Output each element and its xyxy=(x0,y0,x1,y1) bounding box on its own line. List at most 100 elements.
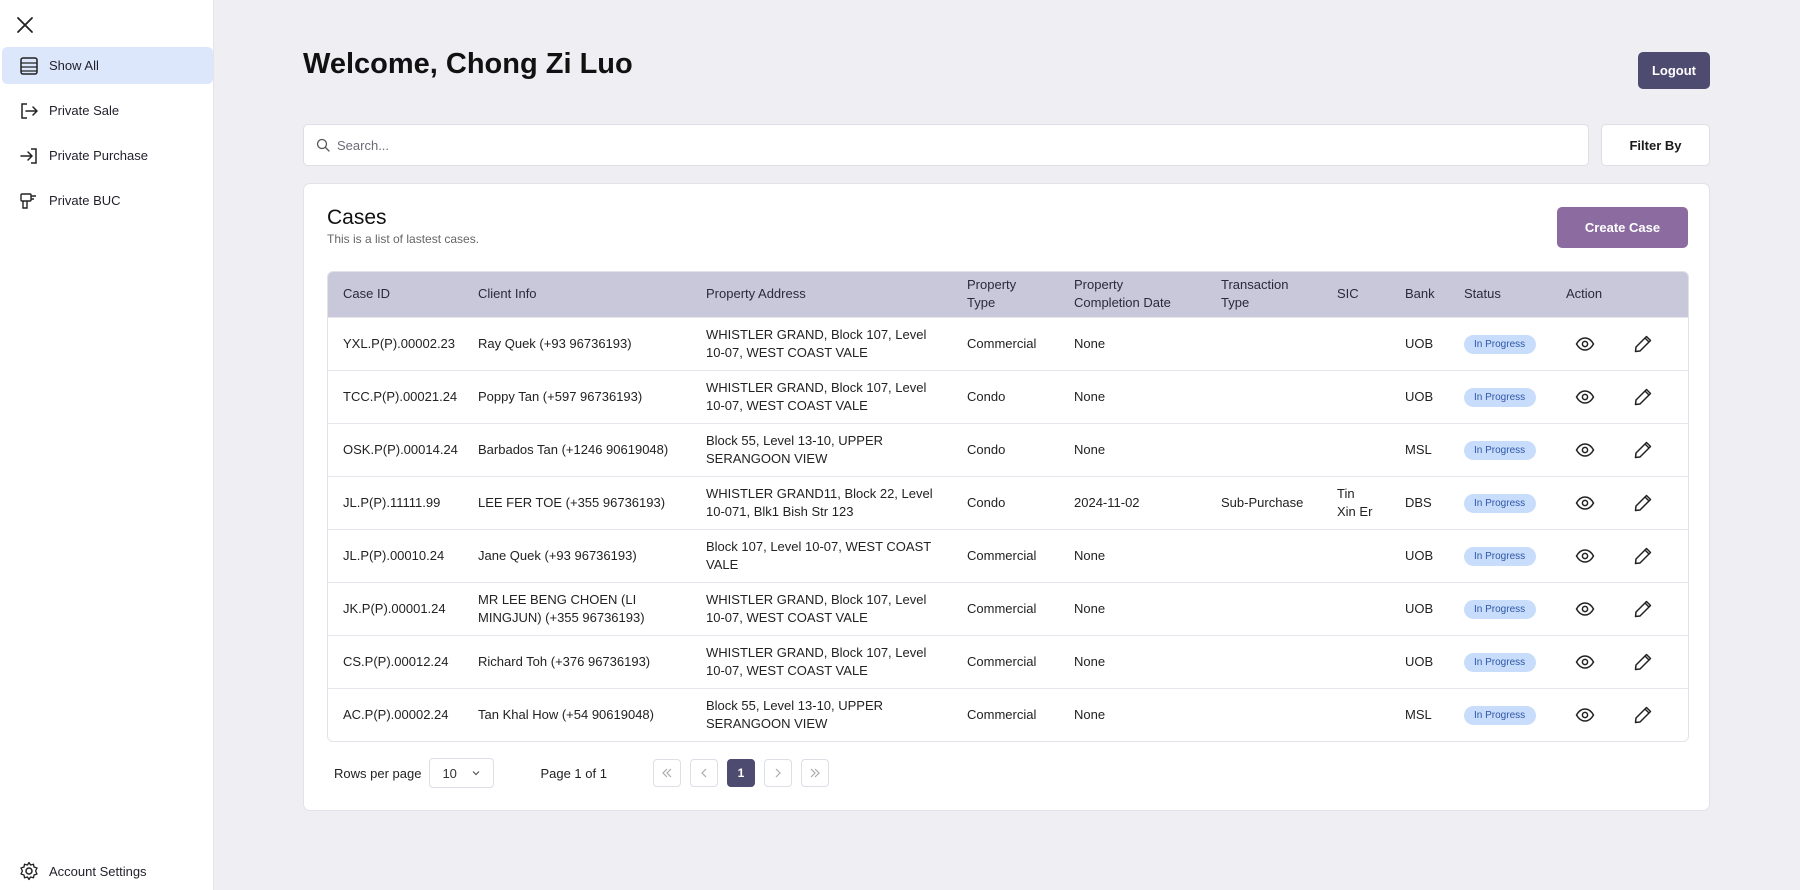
sidebar-item-private-buc[interactable]: Private BUC xyxy=(2,182,213,219)
edit-icon[interactable] xyxy=(1632,386,1654,408)
view-icon[interactable] xyxy=(1574,333,1596,355)
first-page-button[interactable] xyxy=(652,759,681,787)
cell-transaction-type xyxy=(1206,369,1322,423)
cell-client-info: MR LEE BENG CHOEN (LI MINGJUN) (+355 967… xyxy=(463,581,691,635)
view-icon[interactable] xyxy=(1574,439,1596,461)
col-sic: SIC xyxy=(1322,272,1390,317)
cell-completion-date: None xyxy=(1059,687,1206,741)
cell-client-info: Jane Quek (+93 96736193) xyxy=(463,528,691,582)
cell-case-id: JL.P(P).11111.99 xyxy=(328,475,463,529)
sidebar-item-private-sale[interactable]: Private Sale xyxy=(2,92,213,129)
gear-icon xyxy=(18,860,40,882)
page-info: Page 1 of 1 xyxy=(540,765,607,781)
row-actions xyxy=(1566,386,1675,408)
view-icon[interactable] xyxy=(1574,492,1596,514)
cell-case-id: YXL.P(P).00002.23 xyxy=(328,316,463,370)
status-badge: In Progress xyxy=(1464,440,1536,460)
cell-status: In Progress xyxy=(1449,581,1551,635)
cell-action xyxy=(1551,687,1688,741)
enter-arrow-icon xyxy=(18,145,40,167)
account-settings-link[interactable]: Account Settings xyxy=(18,858,147,884)
view-icon[interactable] xyxy=(1574,386,1596,408)
cell-transaction-type xyxy=(1206,316,1322,370)
view-icon[interactable] xyxy=(1574,545,1596,567)
close-icon[interactable] xyxy=(14,14,36,36)
cell-bank: UOB xyxy=(1390,634,1449,688)
cell-transaction-type xyxy=(1206,528,1322,582)
row-actions xyxy=(1566,651,1675,673)
cell-client-info: Ray Quek (+93 96736193) xyxy=(463,316,691,370)
cell-transaction-type xyxy=(1206,687,1322,741)
cell-property-address: WHISTLER GRAND, Block 107, Level 10-07, … xyxy=(691,634,952,688)
row-actions xyxy=(1566,598,1675,620)
cell-bank: UOB xyxy=(1390,581,1449,635)
col-bank: Bank xyxy=(1390,272,1449,317)
cell-status: In Progress xyxy=(1449,687,1551,741)
cell-completion-date: None xyxy=(1059,316,1206,370)
edit-icon[interactable] xyxy=(1632,333,1654,355)
cell-client-info: LEE FER TOE (+355 96736193) xyxy=(463,475,691,529)
edit-icon[interactable] xyxy=(1632,439,1654,461)
search-input[interactable] xyxy=(337,137,1537,153)
cell-case-id: TCC.P(P).00021.24 xyxy=(328,369,463,423)
cell-completion-date: None xyxy=(1059,528,1206,582)
cell-case-id: CS.P(P).00012.24 xyxy=(328,634,463,688)
edit-icon[interactable] xyxy=(1632,651,1654,673)
cell-action xyxy=(1551,634,1688,688)
cell-bank: UOB xyxy=(1390,369,1449,423)
create-case-button[interactable]: Create Case xyxy=(1557,207,1688,248)
cell-sic xyxy=(1322,369,1390,423)
cell-action xyxy=(1551,475,1688,529)
status-badge: In Progress xyxy=(1464,652,1536,672)
cell-bank: MSL xyxy=(1390,687,1449,741)
cell-sic xyxy=(1322,581,1390,635)
view-icon[interactable] xyxy=(1574,704,1596,726)
edit-icon[interactable] xyxy=(1632,704,1654,726)
cell-status: In Progress xyxy=(1449,634,1551,688)
cell-bank: UOB xyxy=(1390,316,1449,370)
sidebar-nav: Show All Private Sale Private Purchase P… xyxy=(2,47,213,227)
status-badge: In Progress xyxy=(1464,387,1536,407)
rows-per-page-label: Rows per page xyxy=(334,765,422,781)
cell-action xyxy=(1551,528,1688,582)
cell-completion-date: None xyxy=(1059,634,1206,688)
cell-sic: Tin Xin Er xyxy=(1322,475,1390,529)
last-page-button[interactable] xyxy=(800,759,829,787)
status-badge: In Progress xyxy=(1464,493,1536,513)
sidebar-item-private-purchase[interactable]: Private Purchase xyxy=(2,137,213,174)
cell-property-type: Commercial xyxy=(952,634,1059,688)
chevron-right-icon xyxy=(775,768,781,778)
next-page-button[interactable] xyxy=(763,759,792,787)
status-badge: In Progress xyxy=(1464,599,1536,619)
cell-property-address: WHISTLER GRAND, Block 107, Level 10-07, … xyxy=(691,581,952,635)
cell-property-type: Commercial xyxy=(952,316,1059,370)
cell-client-info: Tan Khal How (+54 90619048) xyxy=(463,687,691,741)
cell-transaction-type: Sub-Purchase xyxy=(1206,475,1322,529)
prev-page-button[interactable] xyxy=(689,759,718,787)
cell-property-address: WHISTLER GRAND, Block 107, Level 10-07, … xyxy=(691,369,952,423)
edit-icon[interactable] xyxy=(1632,492,1654,514)
exit-arrow-icon xyxy=(18,100,40,122)
cell-property-type: Commercial xyxy=(952,687,1059,741)
cell-sic xyxy=(1322,422,1390,476)
rows-per-page-select[interactable]: 10 xyxy=(429,758,495,788)
cell-case-id: OSK.P(P).00014.24 xyxy=(328,422,463,476)
cell-status: In Progress xyxy=(1449,369,1551,423)
edit-icon[interactable] xyxy=(1632,598,1654,620)
cell-status: In Progress xyxy=(1449,528,1551,582)
view-icon[interactable] xyxy=(1574,598,1596,620)
cell-completion-date: None xyxy=(1059,581,1206,635)
cell-case-id: JK.P(P).00001.24 xyxy=(328,581,463,635)
view-icon[interactable] xyxy=(1574,651,1596,673)
cell-property-type: Condo xyxy=(952,422,1059,476)
filter-by-button[interactable]: Filter By xyxy=(1601,124,1710,166)
sidebar-item-label: Private Sale xyxy=(49,103,120,118)
edit-icon[interactable] xyxy=(1632,545,1654,567)
cell-transaction-type xyxy=(1206,422,1322,476)
sidebar-item-show-all[interactable]: Show All xyxy=(2,47,213,84)
logout-button[interactable]: Logout xyxy=(1638,52,1710,89)
cell-property-address: Block 55, Level 13-10, UPPER SERANGOON V… xyxy=(691,687,952,741)
current-page-button[interactable]: 1 xyxy=(726,759,755,787)
col-property-type: Property Type xyxy=(952,272,1059,317)
cell-property-type: Commercial xyxy=(952,581,1059,635)
